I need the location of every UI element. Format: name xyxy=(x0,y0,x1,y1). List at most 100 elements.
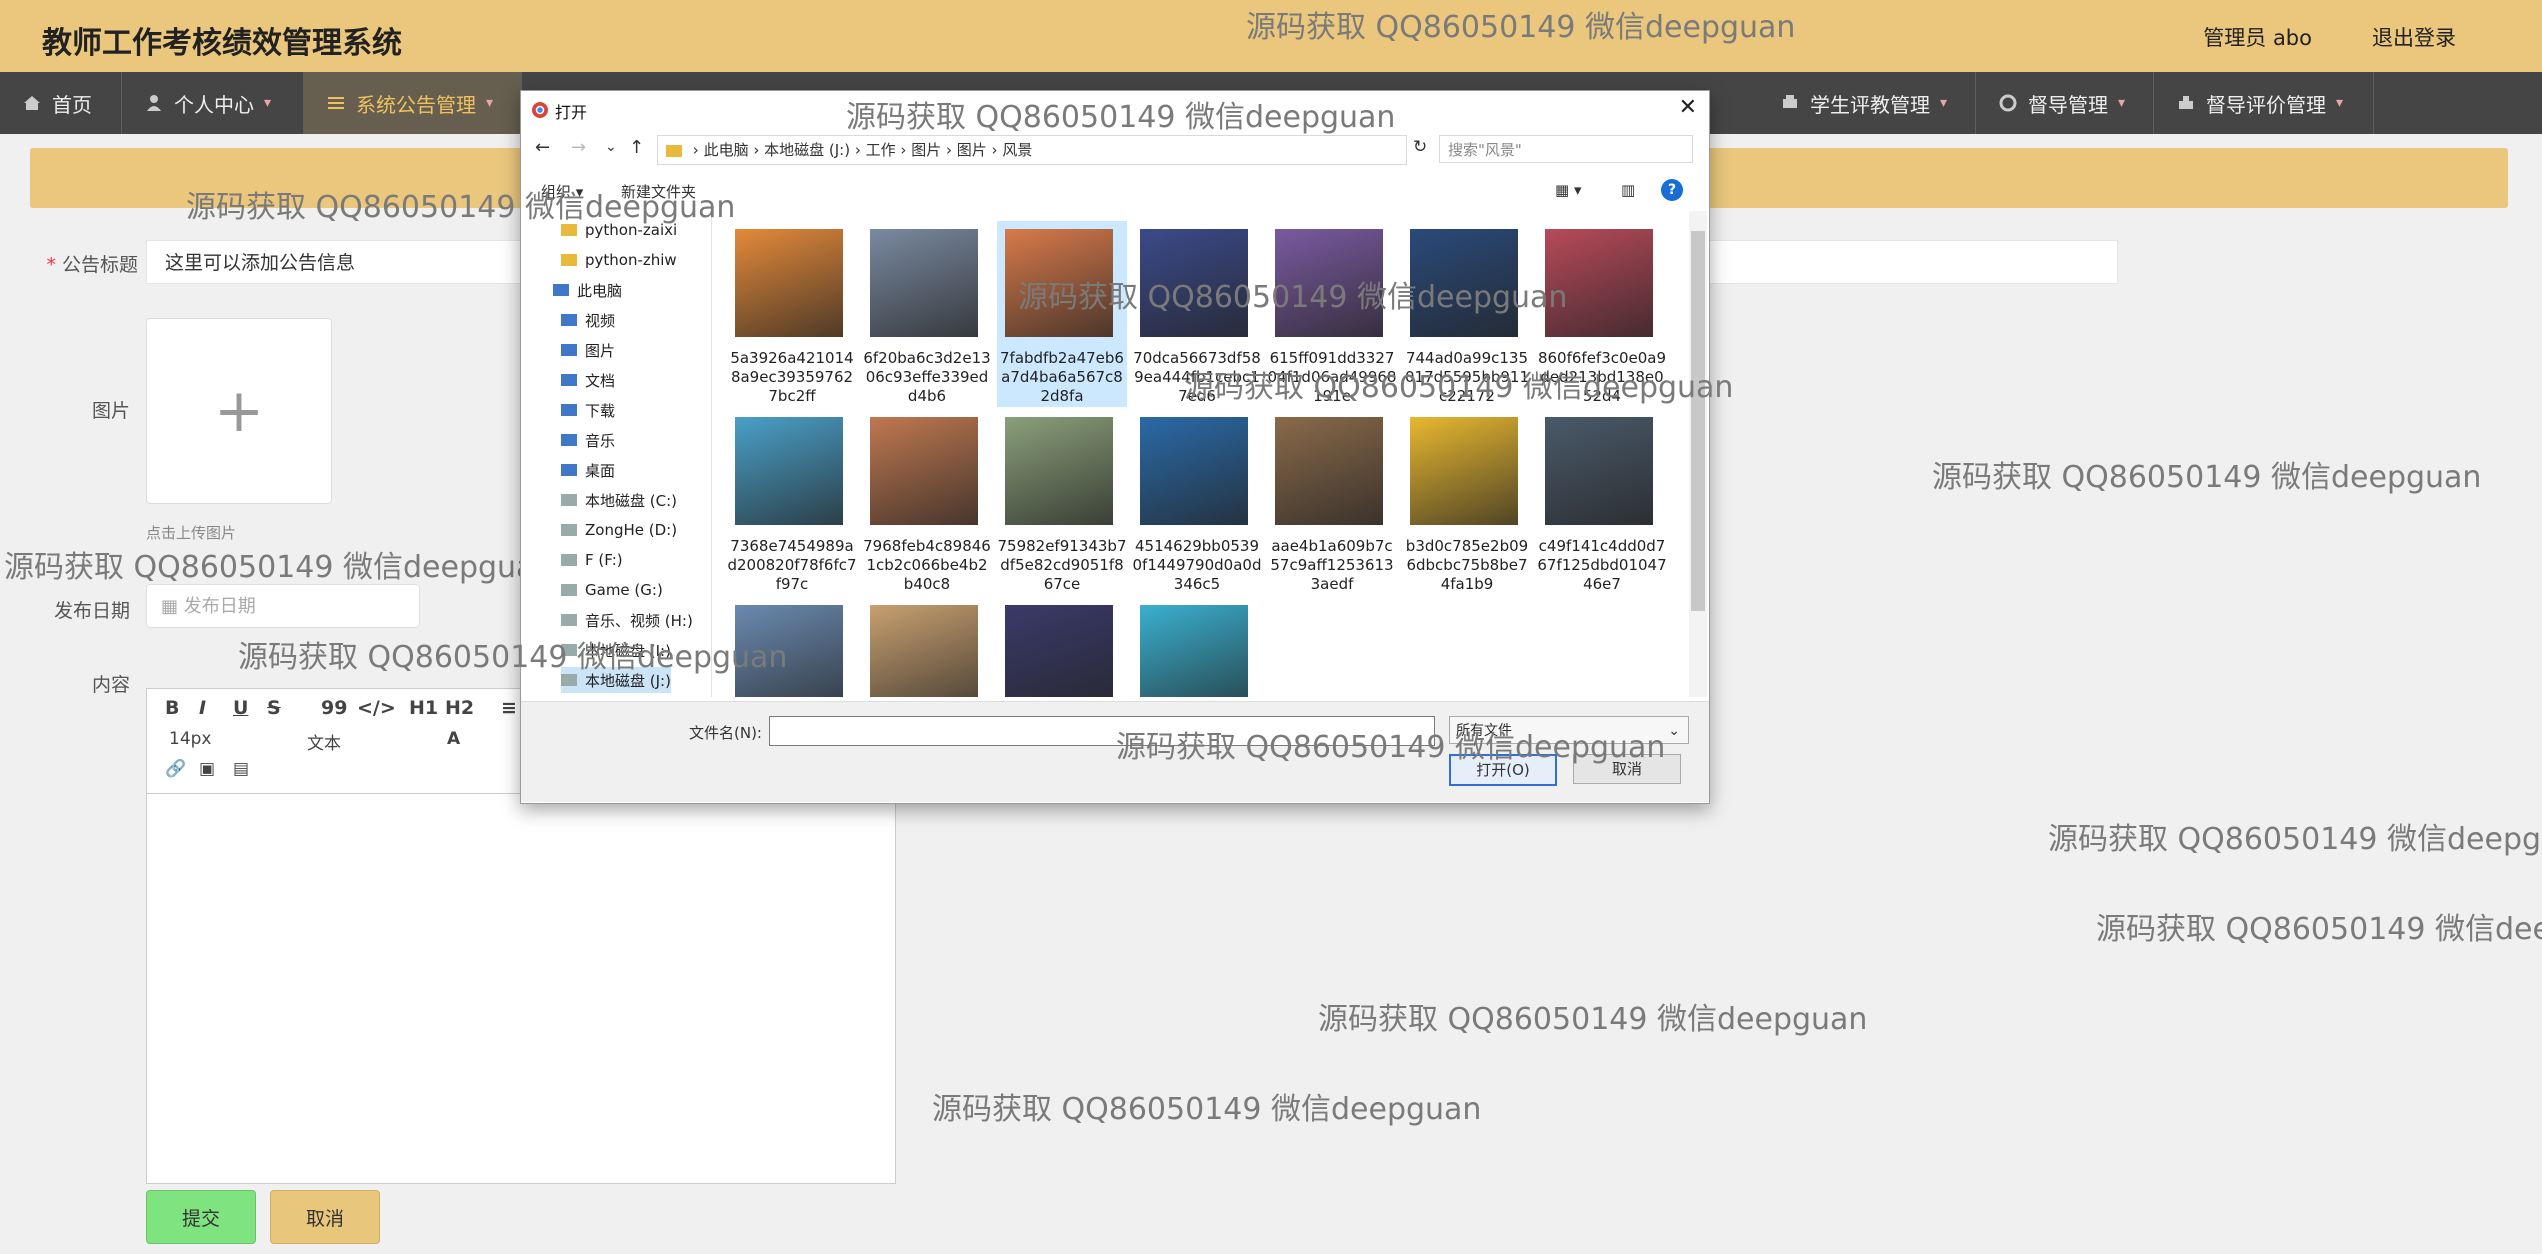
text-color-icon[interactable]: A xyxy=(447,729,460,749)
download-icon xyxy=(561,404,577,416)
file-scrollbar[interactable] xyxy=(1689,211,1707,697)
tree-item[interactable]: 图片 xyxy=(561,337,615,363)
up-icon[interactable]: ↑ xyxy=(629,137,644,158)
nav-item-student-eval[interactable]: 学生评教管理 ▾ xyxy=(1758,72,1976,134)
breadcrumb-item[interactable]: 图片 xyxy=(957,141,987,159)
close-icon[interactable]: ✕ xyxy=(1679,95,1697,120)
preview-pane-icon[interactable]: ▥ xyxy=(1621,181,1635,199)
breadcrumb-item[interactable]: 此电脑 xyxy=(704,141,749,159)
nav-item-supervision-eval[interactable]: 督导评价管理 ▾ xyxy=(2154,72,2374,134)
file-name: 75982ef91343b7df5e82cd9051f867ce xyxy=(997,537,1127,593)
view-options-icon[interactable]: ▦ ▾ xyxy=(1555,181,1581,199)
chevron-down-icon[interactable]: ⌄ xyxy=(605,139,617,155)
file-thumbnail[interactable]: 6f20ba6c3d2e1306c93effe339edd4b6 xyxy=(862,221,992,407)
tree-item-label: 音乐、视频 (H:) xyxy=(585,611,693,630)
tree-item[interactable]: 下载 xyxy=(561,397,615,423)
nav-item-home[interactable]: 首页 xyxy=(0,72,122,134)
nav-item-personal[interactable]: 个人中心 ▾ xyxy=(122,72,304,134)
tree-item[interactable]: 桌面 xyxy=(561,457,615,483)
breadcrumb-item[interactable]: 图片 xyxy=(911,141,941,159)
breadcrumb-item[interactable]: 风景 xyxy=(1002,141,1032,159)
back-icon[interactable]: ← xyxy=(535,137,550,158)
forward-icon[interactable]: → xyxy=(571,137,586,158)
music-icon xyxy=(561,434,577,446)
nav-item-supervision[interactable]: 督导管理 ▾ xyxy=(1976,72,2154,134)
scrollbar-thumb[interactable] xyxy=(1691,231,1705,611)
user-icon xyxy=(147,95,161,111)
nav-label: 首页 xyxy=(52,92,92,117)
file-name: 7368e7454989ad200820f78f6fc7f97c xyxy=(727,537,857,593)
bold-button[interactable]: B xyxy=(165,697,179,719)
tree-item-label: 桌面 xyxy=(585,461,616,480)
tree-item[interactable]: 文档 xyxy=(561,367,615,393)
file-thumbnail[interactable]: 7368e7454989ad200820f78f6fc7f97c xyxy=(727,409,857,595)
image-icon[interactable]: ▣ xyxy=(199,759,215,779)
current-user: 管理员 abo xyxy=(2203,26,2312,50)
italic-button[interactable]: I xyxy=(199,697,206,719)
tree-item[interactable]: ZongHe (D:) xyxy=(561,517,677,543)
file-name: 7968feb4c898461cb2c066be4b2b40c8 xyxy=(863,537,991,593)
video-icon[interactable]: ▤ xyxy=(233,759,249,779)
computer-icon xyxy=(553,284,569,296)
strike-button[interactable]: S xyxy=(267,697,281,719)
plus-icon: + xyxy=(213,376,265,446)
font-size-select[interactable]: 14px xyxy=(169,729,211,749)
file-thumbnail[interactable]: b3d0c785e2b096dbcbc75b8be74fa1b9 xyxy=(1402,409,1532,595)
file-thumbnail[interactable]: 5a3926a4210148a9ec393597627bc2ff xyxy=(727,221,857,407)
watermark: 源码获取 QQ86050149 微信deepguan xyxy=(1116,730,1666,765)
thumbnail-image xyxy=(735,417,843,525)
app-title: 教师工作考核绩效管理系统 xyxy=(42,26,402,61)
folder-tree: python-zaixi python-zhiw 此电脑 视频 图片 文档 下载 音乐 桌面 本地… xyxy=(521,211,712,697)
file-thumbnail[interactable]: 4514629bb05390f1449790d0a0d346c5 xyxy=(1132,409,1262,595)
image-upload-button[interactable]: + xyxy=(146,318,332,504)
nav-item-announcements[interactable]: 系统公告管理 ▾ xyxy=(304,72,522,134)
refresh-icon[interactable]: ↻ xyxy=(1413,137,1427,157)
tree-item[interactable]: F (F:) xyxy=(561,547,623,573)
watermark: 源码获取 QQ86050149 微信deepguan xyxy=(2096,912,2542,947)
tree-item[interactable]: 视频 xyxy=(561,307,615,333)
file-thumbnail[interactable]: aae4b1a609b7c57c9aff12536133aedf xyxy=(1267,409,1397,595)
tree-item[interactable]: 音乐、视频 (H:) xyxy=(561,607,693,633)
tree-item[interactable]: 本地磁盘 (C:) xyxy=(561,487,677,513)
file-thumbnail[interactable] xyxy=(1132,597,1262,697)
link-icon[interactable]: 🔗 xyxy=(165,759,186,779)
cancel-button[interactable]: 取消 xyxy=(270,1190,380,1244)
watermark: 源码获取 QQ86050149 微信deepguan xyxy=(1318,1002,1868,1037)
file-thumbnail[interactable]: 7968feb4c898461cb2c066be4b2b40c8 xyxy=(862,409,992,595)
tree-item[interactable]: 音乐 xyxy=(561,427,615,453)
list-button[interactable]: ≡ xyxy=(501,697,517,719)
breadcrumb-item[interactable]: 工作 xyxy=(866,141,896,159)
publish-date-input[interactable]: ▦ 发布日期 xyxy=(146,584,420,628)
help-icon[interactable]: ? xyxy=(1661,179,1683,201)
underline-button[interactable]: U xyxy=(233,697,248,719)
content-label: 内容 xyxy=(91,674,130,696)
file-thumbnail[interactable] xyxy=(997,597,1127,697)
watermark: 源码获取 QQ86050149 微信deepguan xyxy=(4,550,554,585)
tree-item[interactable]: 此电脑 xyxy=(553,277,622,303)
tree-item[interactable]: Game (G:) xyxy=(561,577,663,603)
title-label-text: 公告标题 xyxy=(61,254,138,276)
quote-button[interactable]: 99 xyxy=(321,697,347,719)
address-bar[interactable]: › 此电脑 › 本地磁盘 (J:) › 工作 › 图片 › 图片 › 风景 xyxy=(657,135,1407,165)
file-thumbnail[interactable]: 75982ef91343b7df5e82cd9051f867ce xyxy=(997,409,1127,595)
logout-link[interactable]: 退出登录 xyxy=(2372,22,2456,52)
thumbnail-image xyxy=(1005,417,1113,525)
h2-button[interactable]: H2 xyxy=(445,697,474,719)
watermark: 源码获取 QQ86050149 微信deepguan xyxy=(186,190,736,225)
gear-icon xyxy=(1999,94,2017,112)
title-label: * 公告标题 xyxy=(18,250,138,277)
h1-button[interactable]: H1 xyxy=(409,697,438,719)
dialog-search-input[interactable]: 搜索"风景" xyxy=(1439,135,1693,163)
breadcrumb-item[interactable]: 本地磁盘 (J:) xyxy=(764,141,850,159)
submit-button[interactable]: 提交 xyxy=(146,1190,256,1244)
chevron-down-icon: ▾ xyxy=(2336,95,2344,111)
file-thumbnail[interactable] xyxy=(862,597,992,697)
chrome-icon xyxy=(532,102,548,118)
code-button[interactable]: </> xyxy=(357,697,396,719)
file-thumbnail[interactable]: c49f141c4dd0d767f125dbd0104746e7 xyxy=(1537,409,1667,595)
tree-item[interactable]: python-zhiw xyxy=(561,247,677,273)
paragraph-select[interactable]: 文本 xyxy=(307,729,341,754)
tree-item-label: Game (G:) xyxy=(585,581,663,599)
chevron-down-icon: ▾ xyxy=(264,95,272,111)
sliders-icon xyxy=(328,97,344,109)
